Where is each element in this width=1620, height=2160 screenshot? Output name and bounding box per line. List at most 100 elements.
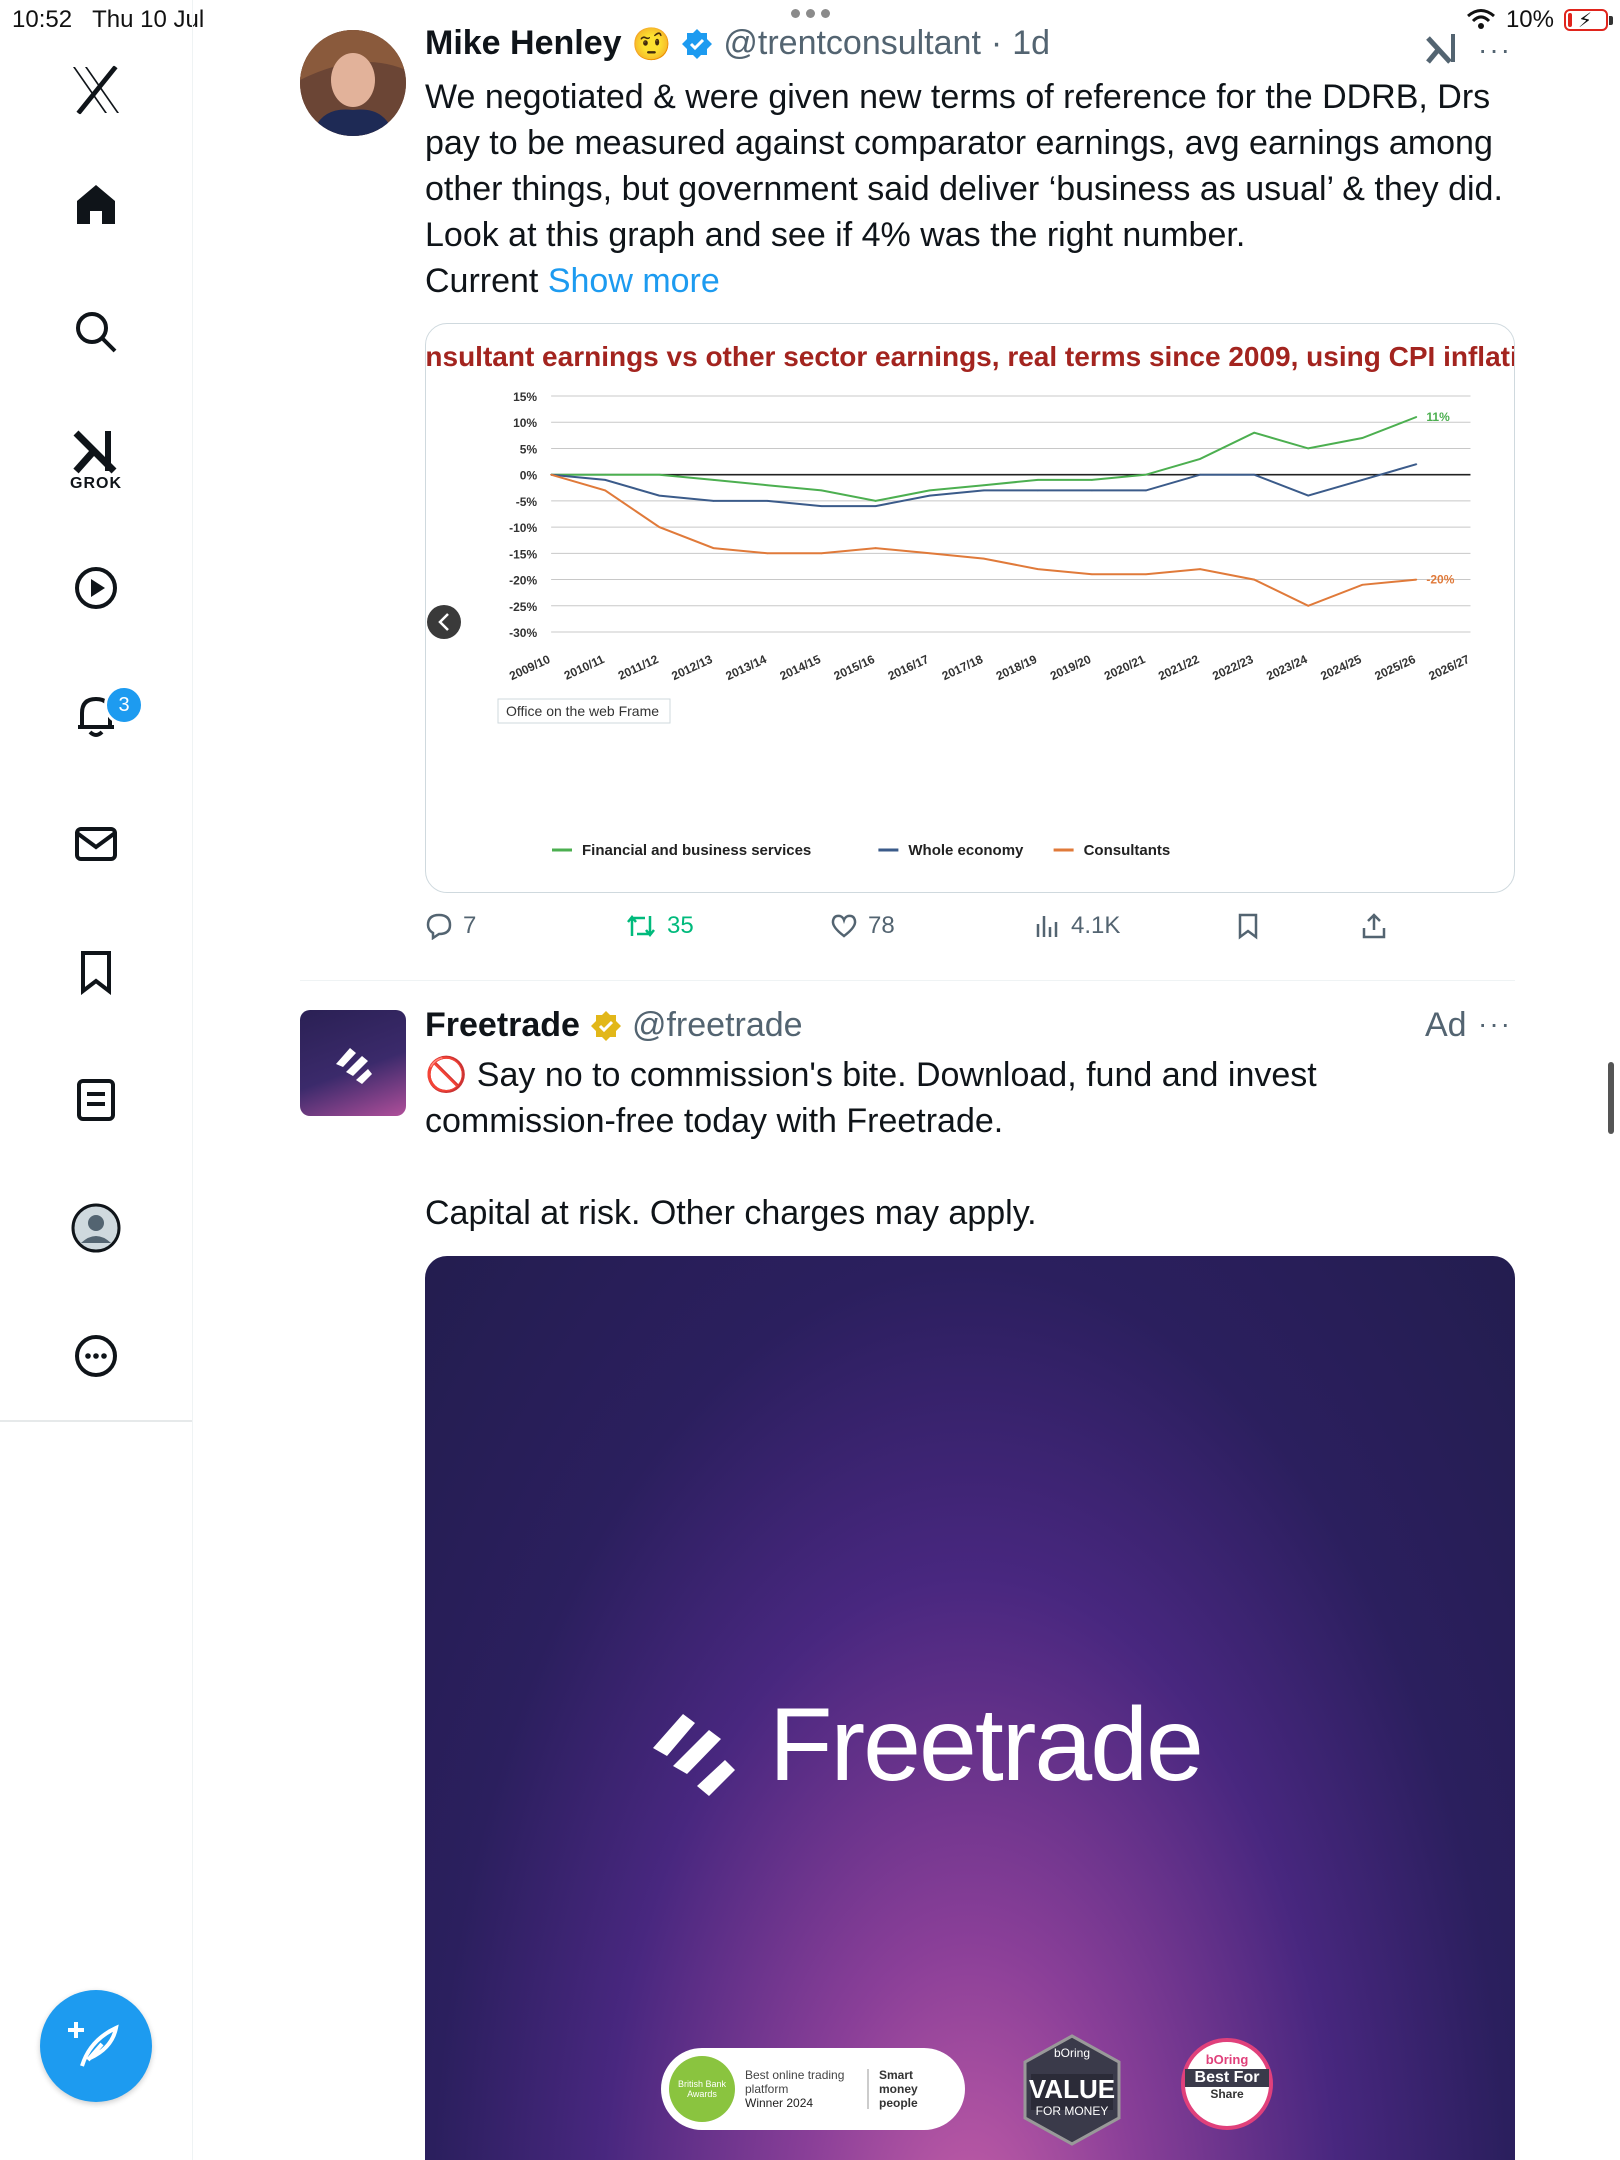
data-point <box>982 489 985 492</box>
data-point <box>982 557 985 560</box>
ad-image[interactable]: Freetrade British Bank Awards Best onlin… <box>425 1256 1515 2160</box>
bookmark-button[interactable] <box>1235 912 1261 940</box>
y-tick-label: 0% <box>520 469 538 483</box>
ad-line3: Capital at risk. Other charges may apply… <box>425 1194 1037 1232</box>
chart-xticks: 2009/10 2010/11 2011/12 2012/13 2013/14 2014/… <box>507 652 1472 683</box>
messages-icon[interactable] <box>66 814 126 874</box>
award3-sub: FOR MONEY <box>1035 2104 1109 2118</box>
battery-icon: ⚡ <box>1564 9 1613 32</box>
wifi-icon <box>1466 9 1495 29</box>
data-point <box>712 500 715 502</box>
y-tick-label: -25% <box>509 600 537 614</box>
x-logo-icon[interactable] <box>66 60 126 120</box>
tweet1-actions: 7 35 78 4.1K <box>425 912 1515 952</box>
x-tick-label: 2023/24 <box>1264 652 1310 683</box>
avatar-freetrade[interactable] <box>300 1010 406 1116</box>
data-point <box>1361 584 1364 586</box>
show-more-link[interactable]: Show more <box>548 262 720 300</box>
y-tick-label: -30% <box>509 626 537 640</box>
retweet-count: 35 <box>667 912 694 939</box>
y-tick-label: -10% <box>509 521 537 535</box>
data-point <box>874 505 877 507</box>
tweet-more-icon[interactable]: ··· <box>1478 34 1512 66</box>
award2: Smart money people <box>879 2068 918 2110</box>
chart-yticks: 15% 10% 5% 0% -5% -10% -15% -20% -25% -30% <box>509 390 537 640</box>
compose-button[interactable] <box>40 1990 152 2102</box>
ad-line1: 🚫 Say no to commission's bite. Download,… <box>425 1056 1317 1094</box>
compose-icon <box>68 2022 119 2067</box>
ad-author-name[interactable]: Freetrade <box>425 1006 580 1045</box>
author-name[interactable]: Mike Henley <box>425 24 622 63</box>
data-point <box>1361 479 1364 481</box>
retweet-icon <box>627 914 655 938</box>
chart-card[interactable]: Consultant earnings vs other sector earn… <box>425 323 1515 893</box>
tooltip: Office on the web Frame <box>497 698 671 724</box>
data-point <box>982 484 985 486</box>
x-tick-label: 2010/11 <box>562 652 607 683</box>
scrollbar[interactable] <box>1608 1062 1614 1134</box>
reply-button[interactable]: 7 <box>425 912 476 940</box>
heart-icon <box>831 914 857 938</box>
data-point <box>712 479 715 481</box>
x-tick-label: 2025/26 <box>1372 652 1418 683</box>
like-button[interactable]: 78 <box>830 912 895 940</box>
share-icon <box>1362 913 1386 939</box>
more-icon[interactable] <box>66 1326 126 1386</box>
ad-line2: commission-free today with Freetrade. <box>425 1102 1004 1140</box>
legend-label: Financial and business services <box>582 842 811 859</box>
carousel-prev-button[interactable] <box>427 605 461 639</box>
x-tick-label: 2011/12 <box>616 652 661 683</box>
y-tick-label: -20% <box>509 574 537 588</box>
ad-more-icon[interactable]: ··· <box>1478 1008 1512 1040</box>
data-point <box>1145 489 1147 492</box>
chart-legend: Financial and business services Whole eco… <box>552 842 1170 859</box>
award4-top: bOring <box>1205 2052 1249 2067</box>
tooltip-text: Office on the web Frame <box>506 703 659 719</box>
separator-dot: · <box>990 24 1003 62</box>
x-tick-label: 2016/17 <box>886 652 932 683</box>
video-icon[interactable] <box>66 558 126 618</box>
x-tick-label: 2021/22 <box>1156 652 1202 683</box>
data-point <box>1415 416 1418 418</box>
views-button[interactable]: 4.1K <box>1033 912 1120 940</box>
data-point <box>712 547 715 549</box>
chart-title: Consultant earnings vs other sector earn… <box>426 341 1514 372</box>
data-point <box>766 484 769 486</box>
notification-badge: 3 <box>104 685 144 725</box>
data-point <box>1253 431 1255 434</box>
data-point <box>604 473 606 476</box>
search-icon[interactable] <box>66 302 126 362</box>
data-point <box>550 473 552 476</box>
home-icon[interactable] <box>66 174 126 234</box>
data-point <box>1199 458 1201 460</box>
ad-brand: Freetrade <box>647 1686 1204 1805</box>
status-right: 10% ⚡ <box>1466 6 1613 34</box>
ad-author-handle[interactable]: @freetrade <box>632 1006 803 1045</box>
grok-tweet-icon[interactable] <box>1424 30 1460 71</box>
data-point <box>1199 473 1201 476</box>
bookmark-icon <box>1238 913 1258 940</box>
multitask-dots[interactable] <box>788 6 832 20</box>
x-tick-label: 2020/21 <box>1102 652 1148 683</box>
x-tick-label: 2026/27 <box>1427 652 1473 683</box>
avatar-mike-henley[interactable] <box>300 30 406 136</box>
share-button[interactable] <box>1360 912 1388 940</box>
grok-icon[interactable]: GROK <box>66 420 126 500</box>
legend-label: Consultants <box>1084 842 1171 859</box>
retweet-button[interactable]: 35 <box>625 912 694 940</box>
data-point <box>1145 473 1147 476</box>
data-point <box>820 552 823 555</box>
views-count: 4.1K <box>1071 912 1121 939</box>
tweet2-header: Freetrade @freetrade <box>425 1006 803 1045</box>
tweet-time[interactable]: 1d <box>1012 24 1050 63</box>
bookmarks-icon[interactable] <box>66 942 126 1002</box>
tweet1-header: Mike Henley 🤨 @trentconsultant · 1d <box>425 24 1050 63</box>
lists-icon[interactable] <box>66 1070 126 1130</box>
x-tick-label: 2014/15 <box>778 652 824 683</box>
data-point <box>874 547 877 549</box>
ad-body: 🚫 Say no to commission's bite. Download,… <box>425 1052 1515 1236</box>
profile-icon[interactable] <box>66 1198 126 1258</box>
author-handle[interactable]: @trentconsultant <box>723 24 981 63</box>
x-tick-label: 2017/18 <box>940 652 986 683</box>
data-point <box>1361 437 1364 439</box>
